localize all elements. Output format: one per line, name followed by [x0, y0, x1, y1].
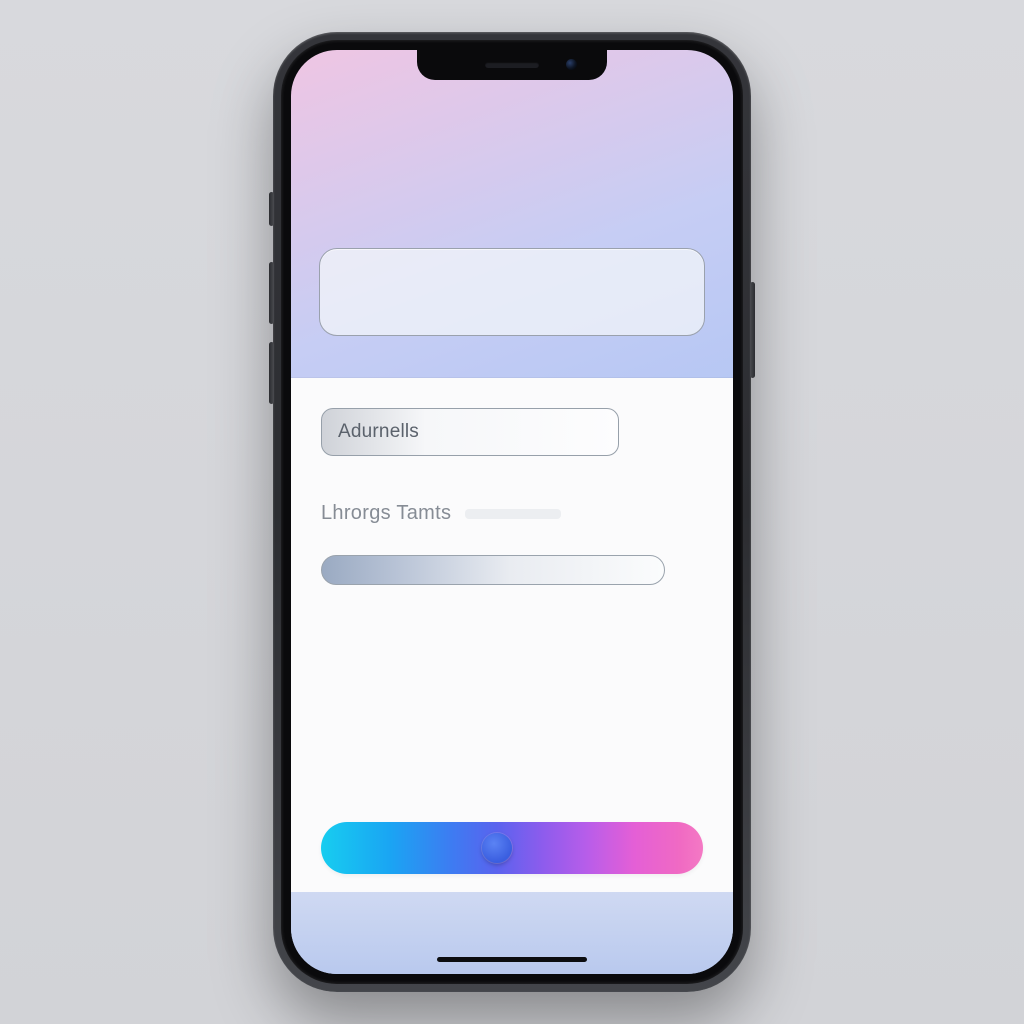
footer-bar [291, 892, 733, 974]
color-hue-thumb[interactable] [482, 833, 512, 863]
flex-spacer [321, 585, 703, 822]
phone-frame: Adurnells Lhrorgs Tamts [273, 32, 751, 992]
phone-bezel: Adurnells Lhrorgs Tamts [281, 40, 743, 984]
screen: Adurnells Lhrorgs Tamts [291, 50, 733, 974]
text-field-1[interactable]: Adurnells [321, 408, 619, 456]
progress-slider[interactable] [321, 555, 665, 585]
power-button [750, 282, 755, 378]
section-label-text: Lhrorgs Tamts [321, 502, 451, 525]
form-panel: Adurnells Lhrorgs Tamts [291, 378, 733, 892]
notch [417, 50, 607, 80]
app-content: Adurnells Lhrorgs Tamts [291, 50, 733, 974]
top-input-card[interactable] [319, 248, 705, 336]
mute-switch [269, 192, 274, 226]
home-indicator[interactable] [437, 957, 587, 962]
volume-up-button [269, 262, 274, 324]
volume-down-button [269, 342, 274, 404]
front-camera [566, 59, 577, 70]
color-hue-slider[interactable] [321, 822, 703, 874]
speaker-grille [485, 62, 539, 68]
text-field-1-label: Adurnells [338, 421, 419, 443]
section-label: Lhrorgs Tamts [321, 502, 703, 525]
section-label-placeholder-bar [465, 509, 561, 519]
